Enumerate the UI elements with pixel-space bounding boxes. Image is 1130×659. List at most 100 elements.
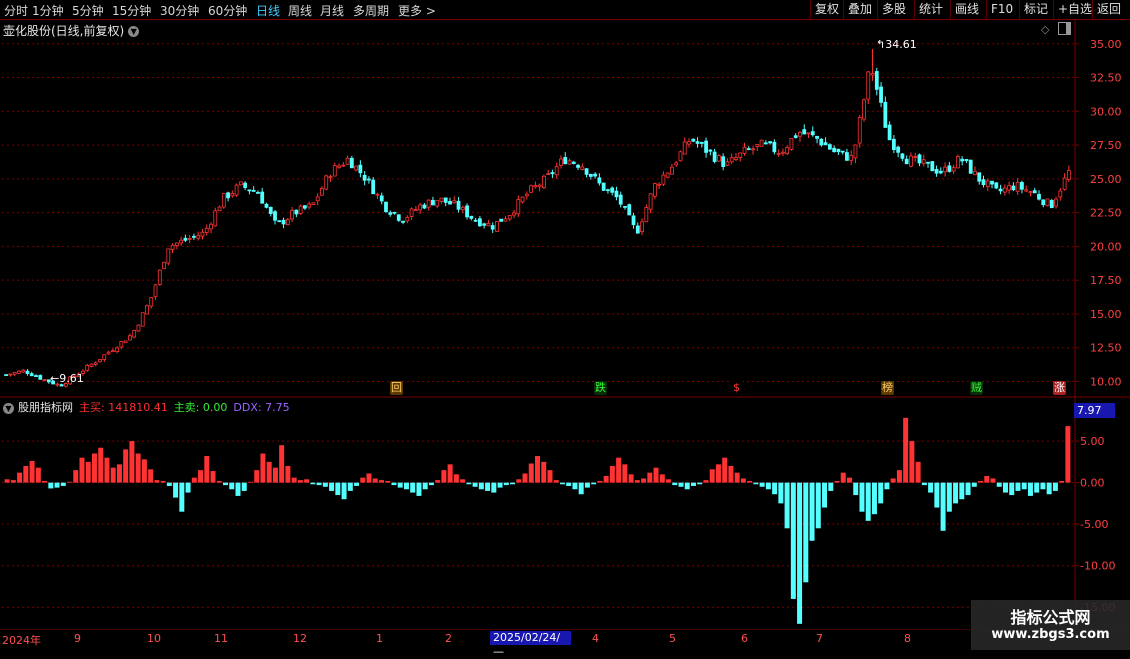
ddx-bar [385, 480, 391, 483]
ddx-bar [10, 480, 16, 483]
ddx-bar [54, 482, 60, 488]
candle-body [192, 235, 196, 238]
candle-body [678, 151, 683, 162]
ddx-bar [366, 473, 372, 483]
ddx-bar [697, 482, 703, 485]
period-tab-more[interactable]: 更多 > [398, 2, 436, 19]
ddx-bar [491, 482, 497, 493]
chevron-down-icon[interactable]: ▼ [3, 402, 14, 414]
candle-body [870, 73, 875, 76]
period-tab-60min[interactable]: 60分钟 [208, 2, 247, 19]
draw-line-button[interactable]: 画线 [950, 0, 983, 19]
candle-body [763, 142, 768, 145]
candle-body [524, 193, 529, 197]
candle-body [102, 354, 107, 361]
candle-body [874, 71, 879, 90]
candle-body [849, 155, 854, 161]
ddx-bar [809, 482, 815, 541]
y-tick-label: 35.00 [1090, 38, 1122, 51]
period-tab-monthly[interactable]: 月线 [320, 2, 344, 19]
ddx-bar [42, 480, 48, 483]
ddx-value: DDX: 7.75 [233, 401, 290, 414]
adjust-button[interactable]: 复权 [810, 0, 843, 19]
chevron-down-icon[interactable]: ▼ [128, 26, 140, 37]
ddx-bar [403, 482, 409, 490]
candle-body [597, 177, 602, 184]
candle-body [1066, 170, 1071, 180]
indicator-name[interactable]: 股朋指标网 [18, 401, 73, 414]
candle-body [1058, 190, 1063, 198]
candle-body [443, 197, 448, 203]
candle-body [529, 185, 533, 193]
candle-body [12, 372, 17, 375]
candle-body [533, 185, 538, 188]
candle-body [951, 167, 956, 172]
ddx-bar [329, 482, 335, 491]
candle-body [631, 215, 636, 226]
candle-body [110, 350, 115, 353]
ddx-bar [441, 470, 447, 483]
candle-body [477, 218, 482, 227]
chevron-right-icon: > [422, 4, 436, 18]
candle-body [725, 161, 730, 166]
candle-body [699, 141, 704, 144]
candle-body [580, 166, 585, 170]
statistics-button[interactable]: 统计 [914, 0, 947, 19]
ddx-bar [715, 464, 721, 483]
candle-body [367, 178, 371, 181]
x-axis-label: 6 [741, 632, 748, 645]
stock-title[interactable]: 壶化股份(日线,前复权) ▼ [3, 22, 140, 39]
ddx-bar [472, 482, 478, 487]
candle-body [354, 165, 359, 171]
period-tab-intraday[interactable]: 分时 [4, 2, 28, 19]
candle-body [499, 218, 504, 222]
candle-body [179, 239, 184, 244]
candle-body [691, 138, 696, 142]
kline-chart[interactable]: 35.00 32.50 30.00 27.50 25.00 22.50 20.00 17.50… [0, 20, 1130, 630]
diamond-icon[interactable]: ◇ [1041, 23, 1049, 36]
ddx-bar [884, 482, 890, 490]
ddx-bar [928, 482, 934, 493]
candle-body [256, 191, 260, 194]
period-tab-1min[interactable]: 1分钟 [32, 2, 64, 19]
candle-body [1011, 185, 1016, 191]
ddx-bar [740, 478, 746, 483]
ddx-bar [198, 470, 204, 483]
candle-body [1015, 182, 1020, 192]
back-button[interactable]: 返回 [1092, 0, 1125, 19]
candle-body [648, 193, 653, 210]
stock-title-label: 壶化股份(日线,前复权) [3, 24, 125, 38]
overlay-button[interactable]: 叠加 [843, 0, 876, 19]
period-tab-30min[interactable]: 30分钟 [160, 2, 199, 19]
candle-body [324, 175, 329, 190]
chart-grid [2, 43, 1073, 608]
candle-body [708, 149, 713, 152]
panel-toggle-icon[interactable] [1058, 22, 1071, 35]
ddx-bar [634, 480, 640, 483]
ddx-bar [828, 482, 834, 491]
ddx-bar [460, 479, 466, 483]
candle-body [482, 223, 487, 226]
candle-body [998, 188, 1003, 192]
ddx-bar [79, 457, 85, 483]
period-tab-15min[interactable]: 15分钟 [112, 2, 151, 19]
period-tab-daily[interactable]: 日线 [256, 2, 280, 19]
period-tab-weekly[interactable]: 周线 [288, 2, 312, 19]
ddx-bar [1046, 482, 1052, 495]
candle-body [277, 220, 282, 223]
watermark-url: www.zbgs3.com [991, 627, 1110, 642]
ddx-bar [803, 482, 809, 583]
f10-button[interactable]: F10 [986, 0, 1017, 19]
ddx-bar [272, 467, 278, 483]
period-tab-multi[interactable]: 多周期 [353, 2, 389, 19]
multi-stock-button[interactable]: 多股 [877, 0, 910, 19]
mark-button[interactable]: 标记 [1019, 0, 1052, 19]
candle-body [187, 237, 192, 240]
period-tab-5min[interactable]: 5分钟 [72, 2, 104, 19]
add-favorite-button[interactable]: +自选 [1053, 0, 1096, 19]
candle-body [832, 147, 837, 153]
ddx-value-box: 7.97 [1074, 403, 1115, 418]
candle-body [584, 168, 589, 175]
candle-body [827, 144, 832, 150]
candle-body [8, 373, 13, 376]
